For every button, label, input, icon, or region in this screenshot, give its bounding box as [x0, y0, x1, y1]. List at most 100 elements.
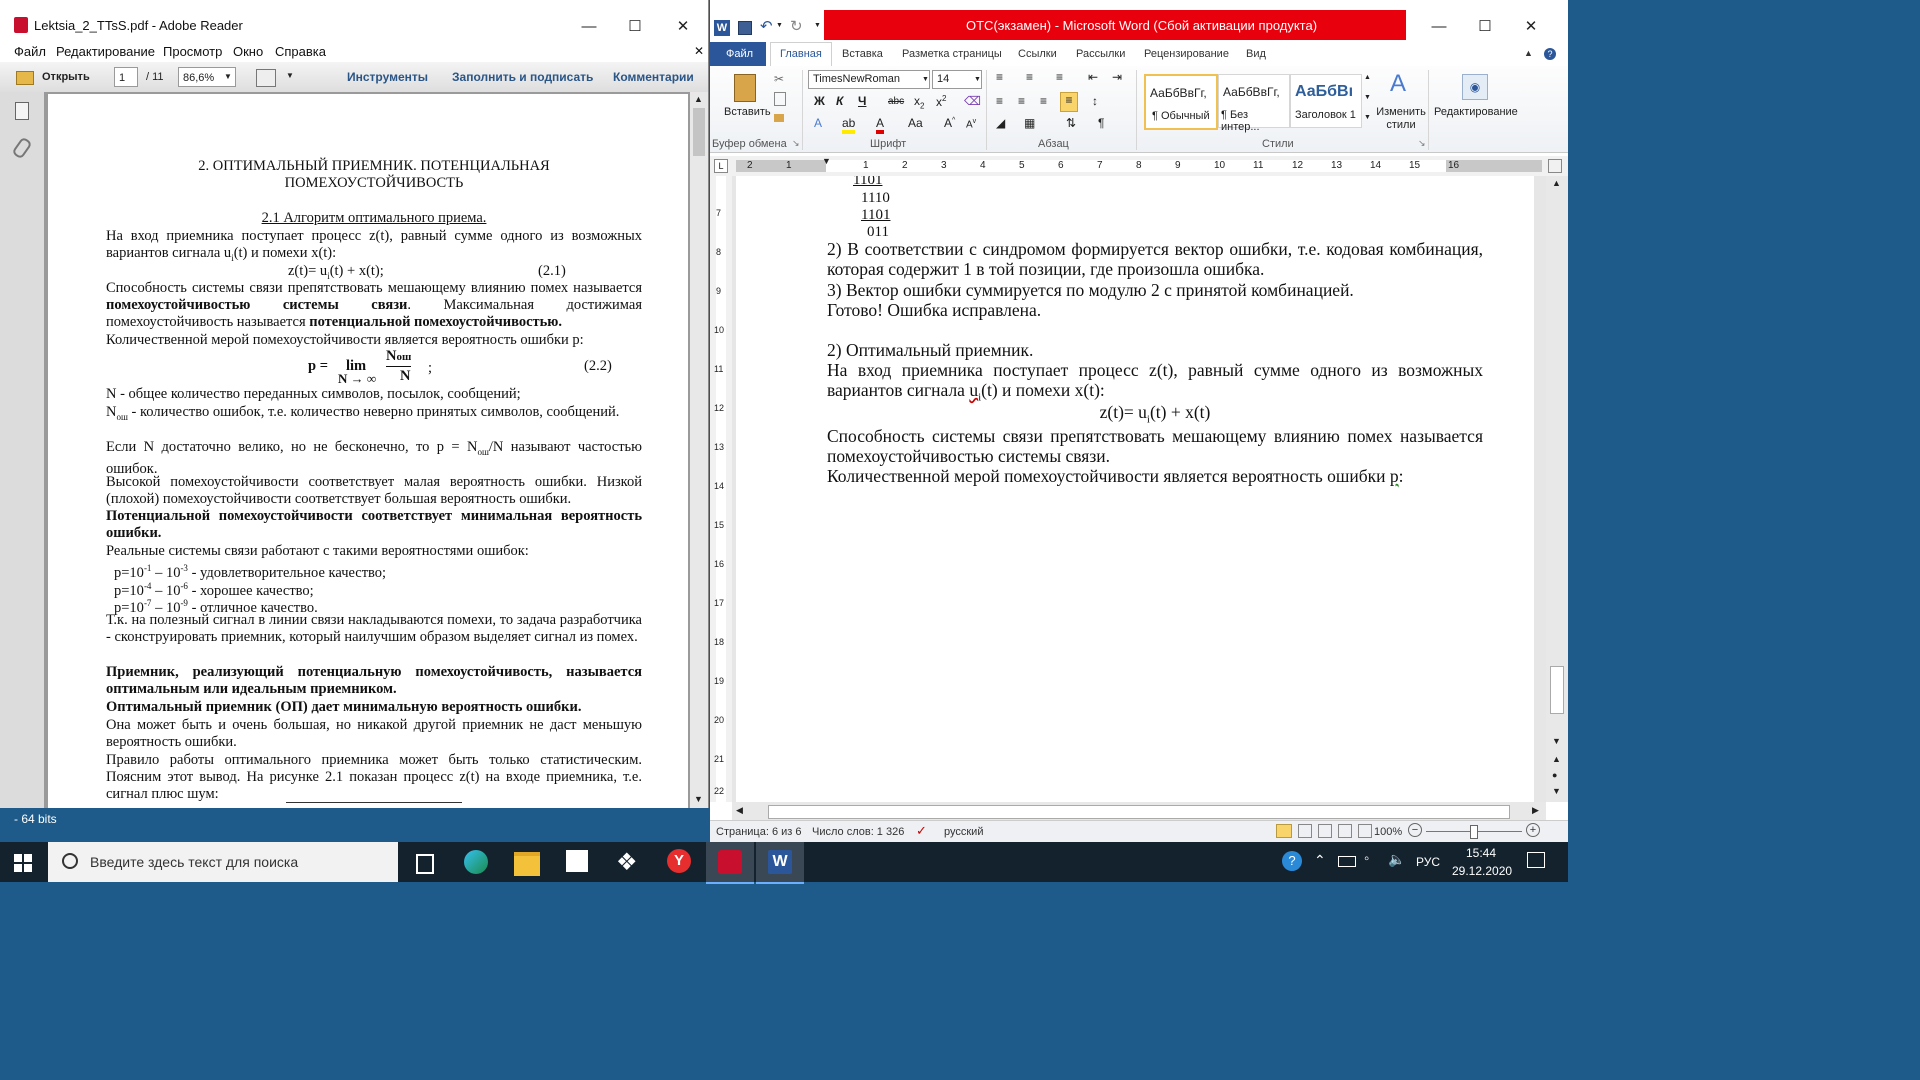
text-effects-icon[interactable]: A [814, 116, 822, 130]
decrease-indent-icon[interactable]: ⇤ [1088, 70, 1098, 84]
clipboard-launcher-icon[interactable]: ↘ [792, 138, 800, 149]
fit-page-icon[interactable] [256, 69, 276, 87]
clear-formatting-icon[interactable]: ⌫ [964, 94, 981, 108]
copy-icon[interactable] [774, 92, 786, 106]
volume-icon[interactable]: 🔈 [1388, 851, 1405, 868]
minimize-icon[interactable]: — [566, 12, 612, 42]
close-icon[interactable]: ✕ [660, 12, 706, 42]
word-document-page[interactable]: 1101 1110 1101 011 2) В соответствии с с… [736, 176, 1534, 802]
superscript-icon[interactable]: x2 [936, 94, 946, 109]
format-painter-icon[interactable] [774, 114, 784, 122]
bullets-icon[interactable]: ≡ [996, 70, 1003, 84]
styles-launcher-icon[interactable]: ↘ [1418, 138, 1426, 149]
help-icon[interactable]: ? [1544, 48, 1556, 60]
word-vertical-scrollbar[interactable]: ▲ ▼ ▲ ● ▼ [1546, 176, 1568, 802]
word-horizontal-scrollbar[interactable]: ◀ ▶ [732, 802, 1546, 820]
multilevel-list-icon[interactable]: ≡ [1056, 70, 1063, 84]
tab-selector-icon[interactable]: L [714, 159, 728, 173]
style-normal[interactable]: АаБбВвГг, ¶ Обычный [1144, 74, 1218, 130]
web-layout-icon[interactable] [1318, 824, 1332, 838]
store-icon[interactable] [566, 850, 588, 872]
page-thumbnails-icon[interactable] [15, 102, 29, 120]
input-language[interactable]: РУС [1416, 855, 1440, 869]
tray-overflow-icon[interactable]: ⌃ [1314, 852, 1326, 869]
borders-icon[interactable]: ▦ [1024, 116, 1035, 130]
undo-icon[interactable]: ↶ [760, 17, 773, 35]
full-screen-reading-icon[interactable] [1298, 824, 1312, 838]
justify-icon[interactable]: ≡ [1060, 92, 1078, 112]
change-case-icon[interactable]: Aa [908, 116, 923, 130]
style-no-spacing[interactable]: АаБбВвГг, ¶ Без интер... [1218, 74, 1290, 133]
edge-icon[interactable] [464, 850, 488, 874]
proofing-icon[interactable]: ✓ [916, 823, 927, 839]
task-view-icon[interactable] [416, 854, 434, 874]
page-number-input[interactable]: 1 [114, 67, 138, 87]
tools-link[interactable]: Инструменты [347, 70, 428, 84]
tab-insert[interactable]: Вставка [842, 48, 883, 60]
align-left-icon[interactable]: ≡ [996, 94, 1003, 108]
zoom-out-icon[interactable]: − [1408, 823, 1422, 837]
zoom-slider-thumb[interactable] [1470, 825, 1478, 839]
tab-page-layout[interactable]: Разметка страницы [902, 48, 1002, 60]
draft-icon[interactable] [1358, 824, 1372, 838]
maximize-icon[interactable]: ☐ [612, 12, 658, 42]
subscript-icon[interactable]: x2 [914, 94, 924, 110]
sort-icon[interactable]: ⇅ [1066, 116, 1076, 130]
help-tray-icon[interactable]: ? [1282, 851, 1302, 871]
start-button[interactable] [14, 854, 32, 872]
word-title-bar[interactable]: W ↶ ▼ ↻ ▼ ОТС(экзамен) - Microsoft Word … [710, 0, 1568, 40]
scroll-left-icon[interactable]: ◀ [736, 805, 743, 816]
zoom-in-icon[interactable]: + [1526, 823, 1540, 837]
reader-title-bar[interactable]: Lektsia_2_TTsS.pdf - Adobe Reader — ☐ ✕ [0, 0, 708, 44]
customize-toolbar-icon[interactable]: ▼ [814, 22, 821, 29]
undo-chevron-down-icon[interactable]: ▼ [776, 22, 783, 29]
scroll-up-icon[interactable]: ▲ [1552, 178, 1561, 188]
underline-icon[interactable]: Ч [858, 94, 866, 108]
attachment-icon[interactable] [11, 136, 33, 160]
word-minimize-icon[interactable]: — [1416, 12, 1462, 42]
grow-font-icon[interactable]: A^ [944, 116, 955, 130]
scroll-down-icon[interactable]: ▼ [1552, 736, 1561, 746]
scroll-thumb[interactable] [1550, 666, 1564, 714]
tab-review[interactable]: Рецензирование [1144, 48, 1229, 60]
editing-button[interactable]: ◉ Редактирование [1434, 70, 1518, 132]
fill-sign-link[interactable]: Заполнить и подписать [452, 70, 593, 84]
previous-page-icon[interactable]: ▲ [1552, 754, 1561, 764]
style-heading-1[interactable]: АаБбВı Заголовок 1 [1290, 74, 1362, 128]
font-name-chevron-down-icon[interactable]: ▼ [922, 76, 929, 83]
clock-date[interactable]: 29.12.2020 [1452, 864, 1512, 878]
highlight-icon[interactable]: ab [842, 116, 856, 134]
scroll-down-icon[interactable]: ▼ [694, 794, 703, 804]
clock-time[interactable]: 15:44 [1466, 846, 1496, 860]
close-document-icon[interactable]: ✕ [694, 44, 704, 58]
word-taskbar-icon[interactable]: W [756, 842, 804, 884]
dropbox-icon[interactable]: ❖ [616, 848, 638, 877]
font-name-select[interactable]: TimesNewRoman [808, 70, 930, 89]
language-status[interactable]: русский [944, 826, 983, 838]
menu-edit[interactable]: Редактирование [56, 44, 155, 59]
outline-icon[interactable] [1338, 824, 1352, 838]
show-marks-icon[interactable]: ¶ [1098, 116, 1104, 130]
bold-icon[interactable]: Ж [814, 94, 825, 108]
align-center-icon[interactable]: ≡ [1018, 94, 1025, 108]
tab-references[interactable]: Ссылки [1018, 48, 1057, 60]
page-count-status[interactable]: Страница: 6 из 6 [716, 826, 802, 838]
increase-indent-icon[interactable]: ⇥ [1112, 70, 1122, 84]
hscroll-thumb[interactable] [768, 805, 1510, 819]
redo-icon[interactable]: ↻ [790, 17, 803, 35]
scroll-up-icon[interactable]: ▲ [694, 94, 703, 104]
battery-icon[interactable] [1338, 856, 1356, 867]
italic-icon[interactable]: К [836, 94, 843, 108]
toolbar-more-icon[interactable]: ▼ [286, 71, 294, 80]
scroll-right-icon[interactable]: ▶ [1532, 805, 1539, 816]
word-maximize-icon[interactable]: ☐ [1462, 12, 1508, 42]
word-close-icon[interactable]: ✕ [1508, 12, 1554, 42]
styles-scroll-up-icon[interactable]: ▲ [1364, 74, 1371, 81]
font-size-chevron-down-icon[interactable]: ▼ [974, 76, 981, 83]
tab-view[interactable]: Вид [1246, 48, 1266, 60]
menu-file[interactable]: Файл [14, 44, 46, 59]
zoom-chevron-down-icon[interactable]: ▼ [224, 72, 232, 81]
print-layout-icon[interactable] [1276, 824, 1292, 838]
cut-icon[interactable]: ✂ [774, 72, 784, 86]
save-icon[interactable] [738, 21, 752, 35]
